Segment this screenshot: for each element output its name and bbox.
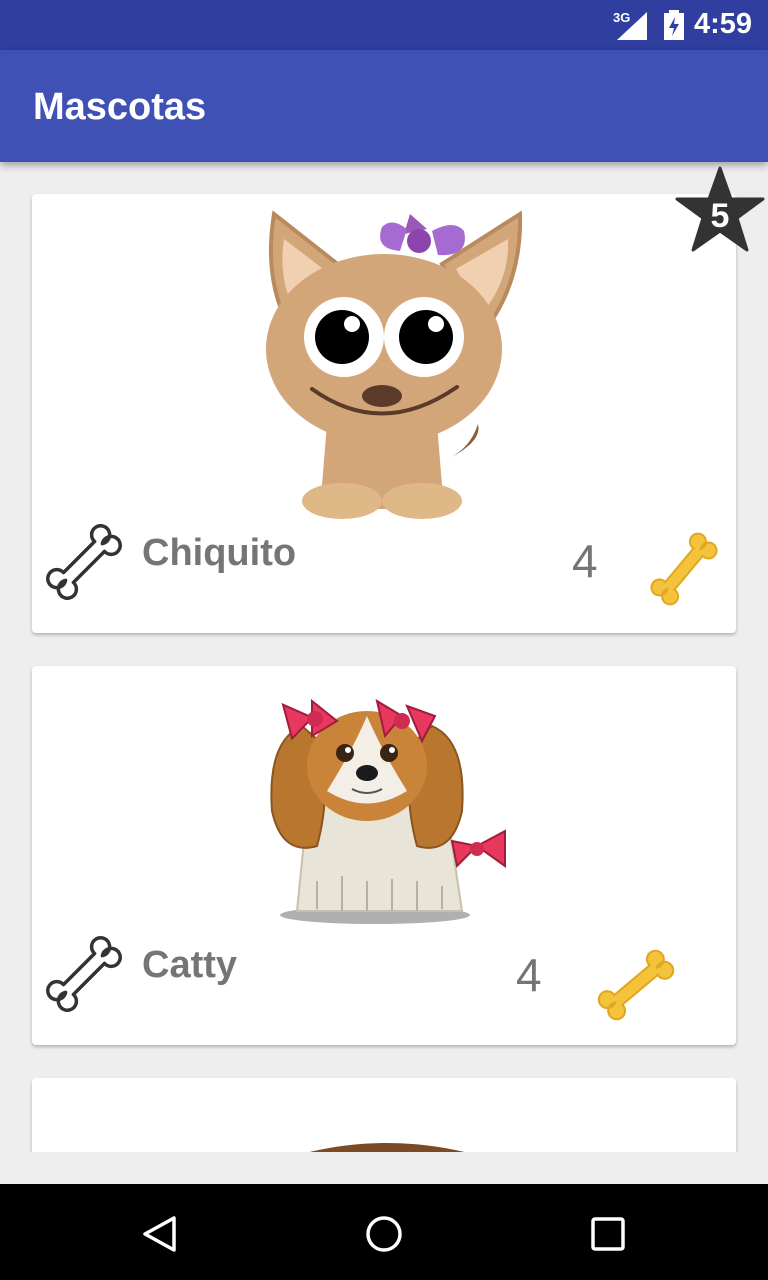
back-triangle-icon (143, 1216, 176, 1252)
cavalier-dog-pet-image (270, 698, 506, 924)
pet-card (32, 1078, 736, 1152)
pet-name: Chiquito (142, 532, 297, 574)
rating-star-badge[interactable]: 5 (675, 166, 765, 259)
rating-value: 5 (711, 197, 730, 235)
home-button[interactable] (324, 1184, 444, 1280)
bone-outline-icon[interactable] (44, 934, 124, 1014)
recents-button[interactable] (548, 1184, 668, 1280)
clock: 4:59 (693, 8, 752, 40)
status-bar: 3G 4:59 (0, 0, 768, 50)
recents-square-icon (591, 1217, 625, 1251)
pet-image (309, 1143, 465, 1152)
like-count: 4 (516, 949, 542, 1001)
back-button[interactable] (100, 1184, 220, 1280)
pet-card: Chiquito 4 (32, 194, 736, 633)
pet-card: Catty 4 (32, 666, 736, 1045)
app-title: Mascotas (33, 86, 207, 128)
like-count: 4 (572, 535, 598, 587)
battery-icon (664, 10, 684, 40)
bone-yellow-icon (597, 949, 675, 1021)
pet-name: Catty (142, 944, 238, 986)
navigation-bar (0, 1184, 768, 1280)
app-bar: Mascotas (0, 50, 768, 162)
home-circle-icon (366, 1216, 402, 1252)
pet-list[interactable]: Chiquito 4 Catty 4 (0, 162, 768, 1152)
signal-icon (617, 12, 647, 40)
bone-outline-icon[interactable] (44, 522, 124, 602)
bone-yellow-icon (650, 532, 718, 606)
chihuahua-pet-image (266, 210, 523, 519)
